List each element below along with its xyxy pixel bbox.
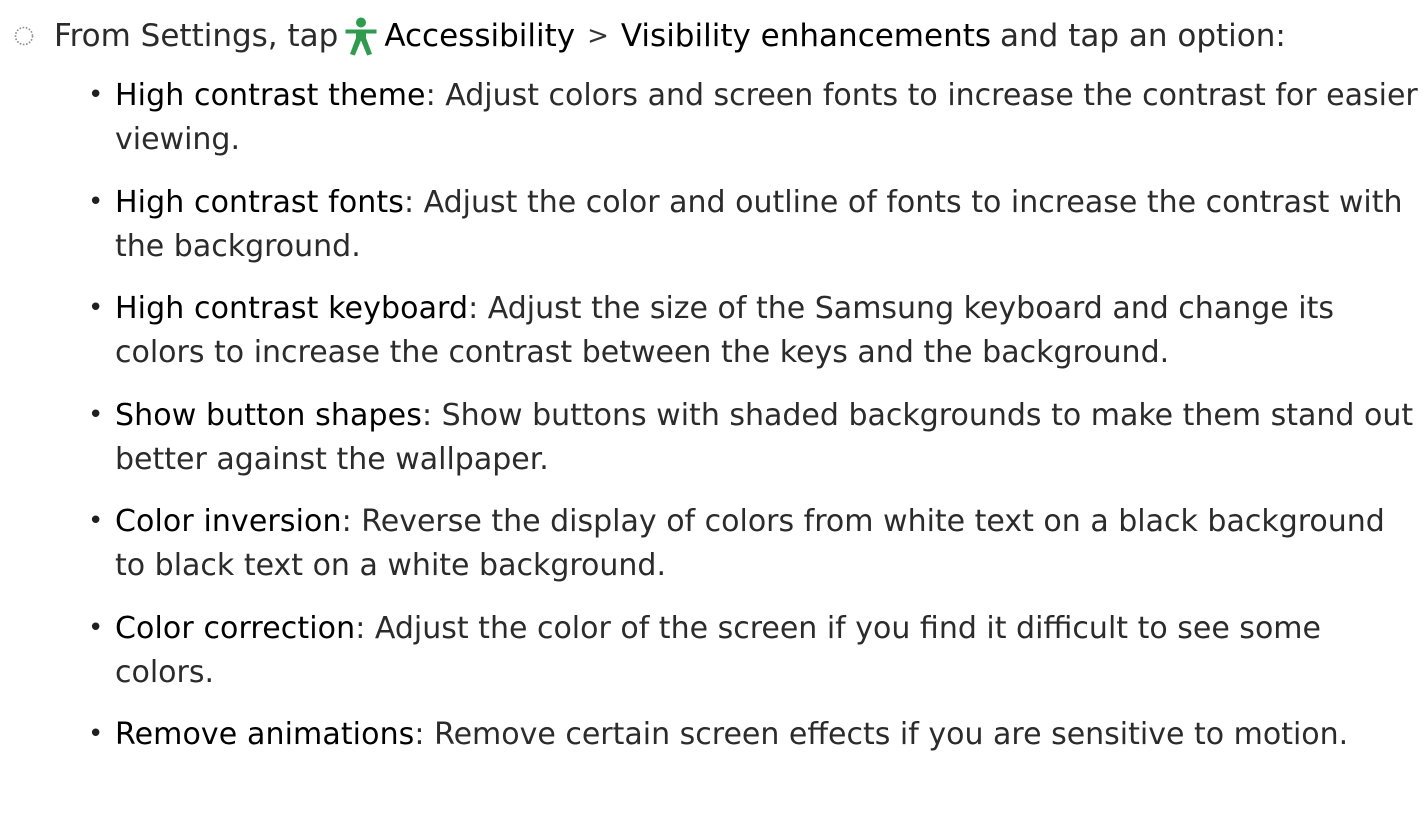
option-name: Color correction bbox=[115, 610, 356, 646]
instruction-lead: From Settings, tap bbox=[54, 18, 339, 54]
step-circle-icon bbox=[14, 26, 34, 46]
bullet: • bbox=[88, 719, 104, 749]
list-item: • Color inversion: Reverse the display o… bbox=[88, 499, 1418, 606]
instruction-tail: and tap an option: bbox=[1000, 18, 1286, 54]
list-item: • High contrast keyboard: Adjust the siz… bbox=[88, 286, 1418, 393]
bullet: • bbox=[88, 612, 104, 643]
bullet: • bbox=[88, 399, 104, 430]
option-name: High contrast theme bbox=[115, 78, 426, 113]
option-name: Color inversion bbox=[115, 504, 342, 539]
accessibility-person-icon bbox=[345, 17, 377, 56]
breadcrumb-separator: > bbox=[587, 21, 609, 51]
list-item: • High contrast fonts: Adjust the color … bbox=[88, 180, 1418, 287]
option-name: High contrast fonts bbox=[115, 184, 404, 220]
list-item: • Color correction: Adjust the color of … bbox=[88, 606, 1418, 713]
menu-visibility-enhancements: Visibility enhancements bbox=[620, 18, 992, 54]
option-name: Show button shapes bbox=[115, 397, 422, 433]
option-name: Remove animations bbox=[115, 717, 415, 752]
option-name: High contrast keyboard bbox=[115, 291, 469, 326]
instruction-step: From Settings, tap Accessibility > Visib… bbox=[10, 8, 1420, 64]
list-item: • Show button shapes: Show buttons with … bbox=[88, 393, 1418, 500]
bullet: • bbox=[88, 186, 104, 217]
list-item: • Remove animations: Remove certain scre… bbox=[88, 712, 1418, 819]
option-description: : Remove certain screen effects if you a… bbox=[414, 717, 1349, 752]
menu-accessibility: Accessibility bbox=[384, 18, 576, 54]
bullet: • bbox=[88, 80, 104, 110]
option-list: • High contrast theme: Adjust colors and… bbox=[88, 73, 1418, 819]
bullet: • bbox=[88, 293, 104, 323]
bullet: • bbox=[88, 506, 104, 536]
list-item: • High contrast theme: Adjust colors and… bbox=[88, 73, 1418, 180]
